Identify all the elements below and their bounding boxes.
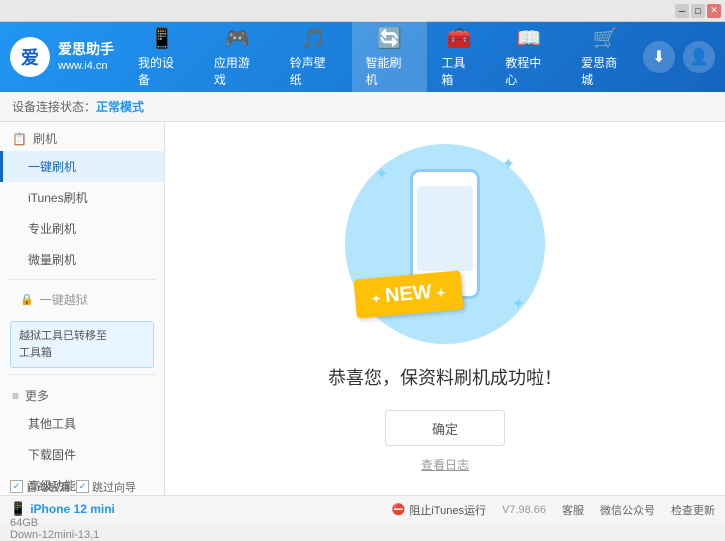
phone-screen — [417, 186, 473, 271]
nav-ringtones[interactable]: 🎵 铃声壁纸 — [276, 20, 352, 94]
close-button[interactable]: ✕ — [707, 4, 721, 18]
phone-small-icon: 📱 — [10, 501, 26, 517]
top-navigation: 爱 爱思助手 www.i4.cn 📱 我的设备 🎮 应用游戏 🎵 铃声壁纸 🔄 … — [0, 22, 725, 92]
sparkle-icon-3: ✦ — [512, 294, 525, 314]
other-tools-label: 其他工具 — [28, 417, 76, 431]
status-bar: 设备连接状态： 正常模式 — [0, 92, 725, 122]
nav-store-label: 爱思商城 — [581, 54, 629, 88]
nav-my-device[interactable]: 📱 我的设备 — [124, 20, 200, 94]
skip-wizard-checkbox[interactable]: ✓ 跳过向导 — [76, 479, 136, 495]
store-icon: 🛒 — [593, 26, 618, 51]
logo-area: 爱 爱思助手 www.i4.cn — [10, 37, 114, 77]
user-button[interactable]: 👤 — [683, 41, 715, 73]
sidebar-item-other-tools[interactable]: 其他工具 — [0, 408, 164, 439]
status-value: 正常模式 — [96, 98, 144, 115]
note-text: 越狱工具已转移至 工具箱 — [19, 330, 107, 359]
itunes-stop-icon: ⛔ — [392, 503, 406, 516]
skip-wizard-checkbox-box[interactable]: ✓ — [76, 480, 89, 493]
nav-right-buttons: ⬇ 👤 — [643, 41, 715, 73]
phone-illustration: ✦ ✦ ✦ NEW — [345, 144, 545, 344]
sparkle-icon-1: ✦ — [375, 164, 388, 184]
sparkle-icon-2: ✦ — [502, 154, 515, 174]
success-message: 恭喜您，保资料刷机成功啦！ — [328, 364, 562, 390]
nav-apps-games[interactable]: 🎮 应用游戏 — [200, 20, 276, 94]
device-info: 📱 iPhone 12 mini 64GB Down-12mini-13,1 — [10, 501, 136, 541]
logo-icon: 爱 — [10, 37, 50, 77]
sidebar-item-download-firmware[interactable]: 下载固件 — [0, 439, 164, 470]
jailbreak-note: 越狱工具已转移至 工具箱 — [10, 321, 154, 368]
auto-slide-label: 自动敏滑 — [26, 479, 70, 495]
sidebar: 📋 刷机 一键刷机 iTunes刷机 专业刷机 微量刷机 🔒 一键越狱 越狱工具… — [0, 122, 165, 495]
device-model: Down-12mini-13,1 — [10, 529, 136, 541]
sidebar-item-itunes-flash[interactable]: iTunes刷机 — [0, 182, 164, 213]
more-section-label: 更多 — [25, 387, 49, 404]
flash-section-icon: 📋 — [12, 132, 27, 146]
nav-toolbox[interactable]: 🧰 工具箱 — [427, 20, 491, 94]
brand-url: www.i4.cn — [58, 59, 114, 74]
nav-smart-flash-label: 智能刷机 — [366, 54, 414, 88]
nav-store[interactable]: 🛒 爱思商城 — [567, 20, 643, 94]
wechat-public-link[interactable]: 微信公众号 — [600, 502, 655, 518]
itunes-label: 阻止iTunes运行 — [409, 502, 486, 518]
bottom-bar: ✓ 自动敏滑 ✓ 跳过向导 📱 iPhone 12 mini 64GB Down… — [0, 495, 725, 523]
tutorials-icon: 📖 — [517, 26, 542, 51]
maximize-button[interactable]: □ — [691, 4, 705, 18]
sidebar-section-more: ≡ 更多 — [0, 379, 164, 408]
view-log-link[interactable]: 查看日志 — [421, 456, 469, 473]
nav-my-device-label: 我的设备 — [138, 54, 186, 88]
lock-icon: 🔒 — [20, 293, 34, 306]
smart-flash-icon: 🔄 — [377, 26, 402, 51]
download-icon: ⬇ — [652, 47, 665, 67]
version-number: V7.98.66 — [502, 504, 546, 516]
toolbox-icon: 🧰 — [447, 26, 472, 51]
title-bar: ─ □ ✕ — [0, 0, 725, 22]
download-button[interactable]: ⬇ — [643, 41, 675, 73]
nav-smart-flash[interactable]: 🔄 智能刷机 — [352, 20, 428, 94]
confirm-button[interactable]: 确定 — [385, 410, 505, 446]
device-name: iPhone 12 mini — [30, 502, 115, 516]
jailbreak-label: 一键越狱 — [40, 291, 88, 308]
skip-wizard-label: 跳过向导 — [92, 479, 136, 495]
nav-ringtones-label: 铃声壁纸 — [290, 54, 338, 88]
nav-tutorials[interactable]: 📖 教程中心 — [491, 20, 567, 94]
more-section-icon: ≡ — [12, 389, 19, 403]
itunes-row: ⛔ 阻止iTunes运行 — [392, 502, 486, 518]
nav-items: 📱 我的设备 🎮 应用游戏 🎵 铃声壁纸 🔄 智能刷机 🧰 工具箱 📖 教程中心… — [124, 20, 643, 94]
flash-section-label: 刷机 — [33, 130, 57, 147]
main-container: 📋 刷机 一键刷机 iTunes刷机 专业刷机 微量刷机 🔒 一键越狱 越狱工具… — [0, 122, 725, 495]
status-prefix: 设备连接状态： — [12, 98, 96, 115]
one-click-flash-label: 一键刷机 — [28, 160, 76, 174]
minimize-button[interactable]: ─ — [675, 4, 689, 18]
auto-slide-checkbox-box[interactable]: ✓ — [10, 480, 23, 493]
bottom-right-section: ⛔ 阻止iTunes运行 V7.98.66 客服 微信公众号 检查更新 — [210, 502, 715, 518]
sidebar-divider-1 — [8, 279, 156, 280]
nav-toolbox-label: 工具箱 — [441, 54, 477, 88]
auto-slide-checkbox[interactable]: ✓ 自动敏滑 — [10, 479, 70, 495]
bottom-left-section: ✓ 自动敏滑 ✓ 跳过向导 📱 iPhone 12 mini 64GB Down… — [10, 479, 210, 541]
content-area: ✦ ✦ ✦ NEW 恭喜您，保资料刷机成功啦！ 确定 查看日志 — [165, 122, 725, 495]
my-device-icon: 📱 — [149, 26, 174, 51]
apps-games-icon: 🎮 — [225, 26, 250, 51]
brand-name: 爱思助手 — [58, 40, 114, 60]
sidebar-divider-2 — [8, 374, 156, 375]
download-firmware-label: 下载固件 — [28, 448, 76, 462]
user-icon: 👤 — [689, 47, 709, 67]
nav-tutorials-label: 教程中心 — [505, 54, 553, 88]
nav-apps-games-label: 应用游戏 — [214, 54, 262, 88]
sidebar-item-micro-flash[interactable]: 微量刷机 — [0, 244, 164, 275]
micro-flash-label: 微量刷机 — [28, 253, 76, 267]
sidebar-item-one-click-flash[interactable]: 一键刷机 — [0, 151, 164, 182]
pro-flash-label: 专业刷机 — [28, 222, 76, 236]
check-update-link[interactable]: 检查更新 — [671, 502, 715, 518]
itunes-flash-label: iTunes刷机 — [28, 191, 88, 205]
sidebar-item-pro-flash[interactable]: 专业刷机 — [0, 213, 164, 244]
sidebar-section-flash: 📋 刷机 — [0, 122, 164, 151]
sidebar-item-jailbreak: 🔒 一键越狱 — [0, 284, 164, 315]
ringtones-icon: 🎵 — [301, 26, 326, 51]
customer-service-link[interactable]: 客服 — [562, 502, 584, 518]
